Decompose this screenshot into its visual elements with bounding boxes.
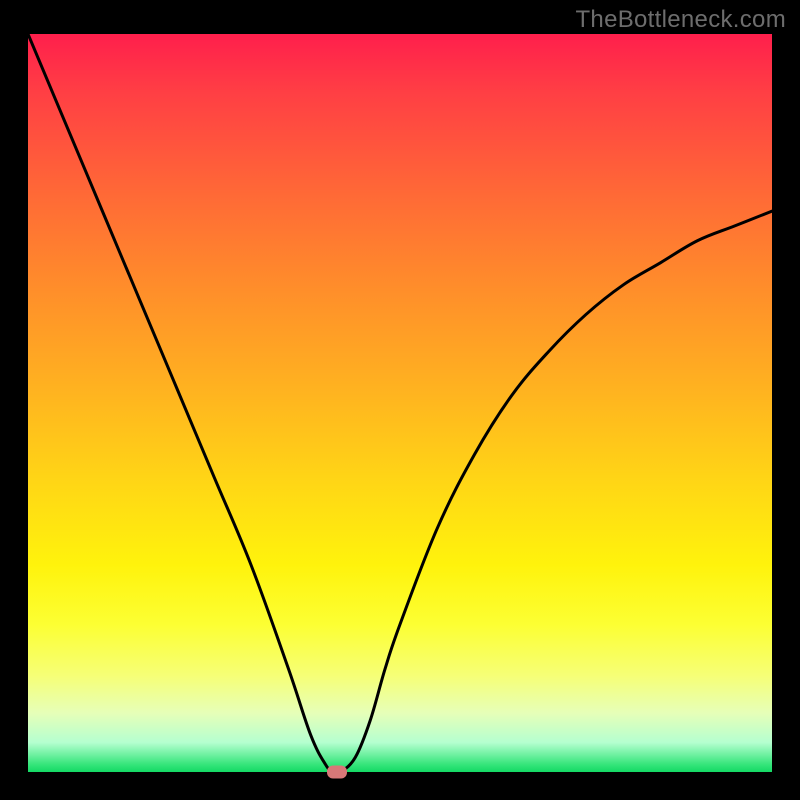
plot-area — [28, 34, 772, 772]
watermark-text: TheBottleneck.com — [575, 6, 786, 34]
bottleneck-curve — [28, 34, 772, 772]
curve-svg — [28, 34, 772, 772]
minimum-marker — [327, 766, 347, 779]
chart-frame: TheBottleneck.com — [0, 0, 800, 800]
